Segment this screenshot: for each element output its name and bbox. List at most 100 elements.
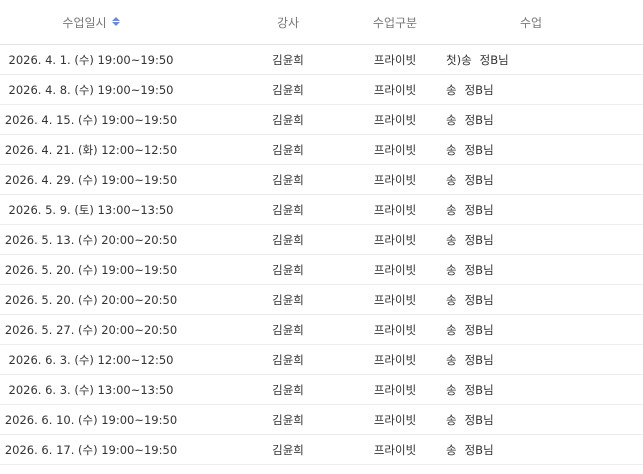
- row-date: 2026. 4. 8. (수) 19:00~19:50: [8, 82, 174, 97]
- row-class-type: 프라이빗: [373, 442, 417, 457]
- row-class-type: 프라이빗: [373, 142, 417, 157]
- table-row[interactable]: 2026. 6. 3. (수) 13:00~13:50 김윤희 프라이빗 송 정B님: [0, 375, 643, 405]
- column-header-teacher: 강사: [276, 15, 300, 30]
- table-row[interactable]: 2026. 5. 20. (수) 19:00~19:50 김윤희 프라이빗 송 정B님: [0, 255, 643, 285]
- row-class: 송 정B님: [446, 435, 616, 464]
- table-row[interactable]: 2026. 5. 20. (수) 20:00~20:50 김윤희 프라이빗 송 정B님: [0, 285, 643, 315]
- row-teacher: 김윤희: [272, 262, 304, 277]
- row-student-name: 정B님: [464, 172, 494, 187]
- row-date: 2026. 4. 29. (수) 19:00~19:50: [4, 172, 178, 187]
- row-teacher: 김윤희: [272, 82, 304, 97]
- sort-toggle-icon[interactable]: [111, 16, 120, 26]
- row-teacher: 김윤희: [272, 142, 304, 157]
- row-class-prefix: 송: [446, 352, 457, 367]
- row-class-prefix: 송: [446, 142, 457, 157]
- row-class: 송 정B님: [446, 105, 616, 134]
- table-row[interactable]: 2026. 4. 8. (수) 19:00~19:50 김윤희 프라이빗 송 정B님: [0, 75, 643, 105]
- row-date: 2026. 4. 21. (화) 12:00~12:50: [4, 142, 178, 157]
- row-class: 송 정B님: [446, 405, 616, 434]
- row-class-prefix: 송: [446, 382, 457, 397]
- row-class-prefix: 송: [446, 172, 457, 187]
- table-row[interactable]: 2026. 5. 9. (토) 13:00~13:50 김윤희 프라이빗 송 정B님: [0, 195, 643, 225]
- row-class: 송 정B님: [446, 135, 616, 164]
- sort-descending-icon: [111, 21, 120, 26]
- row-teacher: 김윤희: [272, 442, 304, 457]
- table-row[interactable]: 2026. 4. 29. (수) 19:00~19:50 김윤희 프라이빗 송 정B님: [0, 165, 643, 195]
- row-student-name: 정B님: [464, 232, 494, 247]
- row-class-type: 프라이빗: [373, 172, 417, 187]
- table-row[interactable]: 2026. 5. 13. (수) 20:00~20:50 김윤희 프라이빗 송 정B님: [0, 225, 643, 255]
- row-class-type: 프라이빗: [373, 382, 417, 397]
- row-class-type: 프라이빗: [373, 352, 417, 367]
- row-teacher: 김윤희: [272, 352, 304, 367]
- row-teacher: 김윤희: [272, 112, 304, 127]
- table-row[interactable]: 2026. 4. 1. (수) 19:00~19:50 김윤희 프라이빗 첫)송 정B님: [0, 45, 643, 75]
- table-row[interactable]: 2026. 6. 17. (수) 19:00~19:50 김윤희 프라이빗 송 정B님: [0, 435, 643, 465]
- row-teacher: 김윤희: [272, 52, 304, 67]
- row-class: 송 정B님: [446, 285, 616, 314]
- row-teacher: 김윤희: [272, 382, 304, 397]
- row-teacher: 김윤희: [272, 172, 304, 187]
- row-class-type: 프라이빗: [373, 322, 417, 337]
- row-class-prefix: 송: [446, 412, 457, 427]
- row-class: 송 정B님: [446, 195, 616, 224]
- row-student-name: 정B님: [464, 202, 494, 217]
- row-date: 2026. 6. 3. (수) 12:00~12:50: [8, 352, 174, 367]
- table-row[interactable]: 2026. 5. 27. (수) 20:00~20:50 김윤희 프라이빗 송 정B님: [0, 315, 643, 345]
- row-date: 2026. 6. 17. (수) 19:00~19:50: [4, 442, 178, 457]
- table-row[interactable]: 2026. 6. 3. (수) 12:00~12:50 김윤희 프라이빗 송 정B님: [0, 345, 643, 375]
- row-student-name: 정B님: [464, 382, 494, 397]
- row-class-prefix: 송: [446, 292, 457, 307]
- row-class: 송 정B님: [446, 375, 616, 404]
- row-teacher: 김윤희: [272, 202, 304, 217]
- row-class-type: 프라이빗: [373, 412, 417, 427]
- row-class-prefix: 첫)송: [446, 52, 472, 67]
- sort-ascending-icon: [111, 16, 120, 21]
- column-header-class: 수업: [519, 15, 543, 30]
- table-row[interactable]: 2026. 6. 10. (수) 19:00~19:50 김윤희 프라이빗 송 정B님: [0, 405, 643, 435]
- row-student-name: 정B님: [464, 322, 494, 337]
- table-row[interactable]: 2026. 4. 15. (수) 19:00~19:50 김윤희 프라이빗 송 정B님: [0, 105, 643, 135]
- row-student-name: 정B님: [464, 352, 494, 367]
- column-header-date[interactable]: 수업일시: [0, 0, 182, 44]
- row-class-prefix: 송: [446, 262, 457, 277]
- row-class-type: 프라이빗: [373, 112, 417, 127]
- table-row[interactable]: 2026. 4. 21. (화) 12:00~12:50 김윤희 프라이빗 송 정B님: [0, 135, 643, 165]
- row-date: 2026. 5. 27. (수) 20:00~20:50: [4, 322, 178, 337]
- row-class-prefix: 송: [446, 322, 457, 337]
- row-class: 송 정B님: [446, 345, 616, 374]
- row-student-name: 정B님: [464, 82, 494, 97]
- column-header-date-label: 수업일시: [62, 15, 107, 30]
- row-teacher: 김윤희: [272, 412, 304, 427]
- row-student-name: 정B님: [464, 142, 494, 157]
- row-date: 2026. 4. 15. (수) 19:00~19:50: [4, 112, 178, 127]
- table-body: 2026. 4. 1. (수) 19:00~19:50 김윤희 프라이빗 첫)송 정B님…: [0, 45, 643, 465]
- row-class-type: 프라이빗: [373, 262, 417, 277]
- row-date: 2026. 5. 9. (토) 13:00~13:50: [8, 202, 174, 217]
- class-schedule-table: 수업일시 강사 수업구분 수업 2026. 4. 1. (수) 19:00~19…: [0, 0, 643, 465]
- row-date: 2026. 4. 1. (수) 19:00~19:50: [8, 52, 174, 67]
- row-teacher: 김윤희: [272, 322, 304, 337]
- row-class-prefix: 송: [446, 232, 457, 247]
- row-class-type: 프라이빗: [373, 52, 417, 67]
- row-student-name: 정B님: [464, 262, 494, 277]
- table-header: 수업일시 강사 수업구분 수업: [0, 0, 643, 45]
- row-student-name: 정B님: [479, 52, 509, 67]
- row-student-name: 정B님: [464, 442, 494, 457]
- row-class-prefix: 송: [446, 202, 457, 217]
- row-teacher: 김윤희: [272, 232, 304, 247]
- row-class-prefix: 송: [446, 112, 457, 127]
- row-teacher: 김윤희: [272, 292, 304, 307]
- row-class-type: 프라이빗: [373, 82, 417, 97]
- row-class-type: 프라이빗: [373, 292, 417, 307]
- row-date: 2026. 5. 13. (수) 20:00~20:50: [4, 232, 178, 247]
- row-class: 송 정B님: [446, 315, 616, 344]
- row-date: 2026. 6. 3. (수) 13:00~13:50: [8, 382, 174, 397]
- row-student-name: 정B님: [464, 292, 494, 307]
- row-class-type: 프라이빗: [373, 202, 417, 217]
- row-class: 송 정B님: [446, 75, 616, 104]
- row-class: 송 정B님: [446, 165, 616, 194]
- row-class: 송 정B님: [446, 255, 616, 284]
- row-date: 2026. 6. 10. (수) 19:00~19:50: [4, 412, 178, 427]
- row-date: 2026. 5. 20. (수) 20:00~20:50: [4, 292, 178, 307]
